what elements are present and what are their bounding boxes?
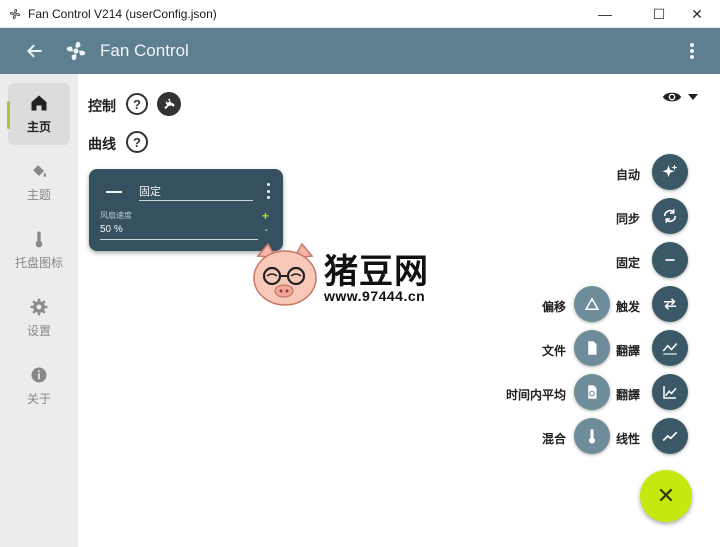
add-mix-curve-button[interactable]	[574, 418, 610, 454]
sidebar-item-label: 托盘图标	[14, 256, 63, 270]
trend-line-icon	[662, 431, 678, 442]
clock-file-icon	[588, 385, 597, 399]
active-indicator	[7, 101, 10, 129]
fan-speed-input[interactable]: 50 %	[100, 224, 258, 240]
sidebar-item-label: 主页	[26, 120, 51, 134]
fab-label-auto: 自动	[616, 168, 641, 182]
watermark: 猪豆网 www.97444.cn	[250, 240, 470, 310]
add-offset-curve-button[interactable]	[574, 286, 610, 322]
minimize-button[interactable]: —	[582, 0, 628, 28]
curves-section-title: 曲线	[88, 136, 116, 152]
kebab-menu-icon	[690, 43, 694, 59]
add-auto-curve-button[interactable]	[652, 154, 688, 190]
sidebar: 主页 主题 托盘图标 设置 关于	[0, 74, 78, 547]
app-title: Fan Control	[100, 41, 189, 60]
sidebar-item-theme[interactable]: 主题	[8, 151, 70, 213]
sidebar-item-label: 主题	[26, 188, 51, 202]
fab-label-offset: 偏移	[541, 300, 566, 314]
gear-icon	[30, 298, 48, 316]
info-icon	[31, 367, 47, 383]
sidebar-item-home[interactable]: 主页	[7, 83, 70, 145]
sidebar-item-label: 关于	[26, 392, 51, 406]
paint-bucket-icon	[33, 165, 47, 177]
controls-section-title: 控制	[88, 98, 116, 114]
triangle-icon	[584, 297, 600, 310]
sidebar-item-label: 设置	[26, 324, 51, 338]
home-icon	[31, 95, 47, 111]
add-steps-curve-button[interactable]	[652, 374, 688, 410]
thermometer-icon	[35, 231, 43, 248]
curves-help-button[interactable]: ?	[126, 131, 148, 153]
add-file-curve-button[interactable]	[574, 330, 610, 366]
sidebar-item-about[interactable]: 关于	[8, 355, 70, 417]
card-menu-button[interactable]	[265, 183, 271, 199]
fan-speed-label: 风扇速度	[100, 211, 132, 220]
watermark-text: 猪豆网	[324, 253, 429, 291]
decrement-button[interactable]: -	[265, 225, 268, 236]
wrench-icon	[164, 98, 175, 110]
sync-icon	[663, 209, 677, 223]
thermometer-icon	[589, 429, 595, 444]
swap-arrows-icon	[664, 298, 676, 310]
fab-label-sync: 同步	[616, 212, 641, 226]
control-card[interactable]: 固定 风扇速度 50 % + -	[89, 169, 283, 251]
graph-zigzag-icon	[662, 343, 678, 355]
fan-logo-icon	[66, 41, 86, 61]
fab-label-curve-a: 翻譯	[616, 344, 641, 358]
caret-down-icon	[688, 94, 698, 100]
add-sync-curve-button[interactable]	[652, 198, 688, 234]
back-button[interactable]	[22, 38, 48, 64]
add-linear-curve-button[interactable]	[652, 418, 688, 454]
main-content: 控制 ? 曲线 ? 固定 风扇速度 50 % + - 自动 同步 固定 触发 翻…	[78, 74, 720, 547]
window-title: Fan Control V214 (userConfig.json)	[28, 7, 217, 21]
graph-steps-icon	[663, 386, 677, 399]
add-fixed-curve-button[interactable]	[652, 242, 688, 278]
minus-icon	[665, 259, 675, 261]
help-icon: ?	[133, 134, 141, 150]
overflow-menu-button[interactable]	[684, 40, 700, 62]
fab-label-time-average: 时间内平均	[505, 388, 566, 402]
fab-label-curve-b: 翻譯	[616, 388, 641, 402]
control-name-input[interactable]: 固定	[139, 183, 253, 201]
help-icon: ?	[133, 96, 141, 112]
fab-label-file: 文件	[541, 344, 566, 358]
collapse-button[interactable]	[106, 191, 122, 193]
sidebar-item-settings[interactable]: 设置	[8, 287, 70, 349]
add-graph-curve-button[interactable]	[652, 330, 688, 366]
arrow-left-icon	[26, 44, 42, 58]
add-time-average-curve-button[interactable]	[574, 374, 610, 410]
sidebar-item-tray-icon[interactable]: 托盘图标	[8, 219, 70, 281]
sparkle-icon	[662, 164, 678, 178]
close-window-button[interactable]: ✕	[674, 0, 720, 28]
close-speed-dial-button[interactable]: ✕	[640, 470, 692, 522]
fab-label-linear: 线性	[616, 432, 641, 446]
fab-label-mix: 混合	[541, 432, 566, 446]
window-titlebar: Fan Control V214 (userConfig.json) — ☐ ✕	[0, 0, 720, 28]
add-trigger-curve-button[interactable]	[652, 286, 688, 322]
fab-label-trigger: 触发	[616, 300, 641, 314]
watermark-url: www.97444.cn	[324, 288, 426, 304]
app-bar: Fan Control	[0, 28, 720, 74]
close-icon: ✕	[656, 483, 676, 508]
increment-button[interactable]: +	[262, 209, 269, 223]
controls-help-button[interactable]: ?	[126, 93, 148, 115]
visibility-dropdown[interactable]	[662, 90, 698, 104]
controls-settings-button[interactable]	[157, 92, 181, 116]
pig-mascot-icon	[253, 242, 317, 306]
fab-label-fixed: 固定	[616, 256, 641, 270]
file-icon	[588, 341, 597, 355]
fan-app-icon	[9, 8, 21, 20]
eye-icon	[662, 92, 682, 102]
